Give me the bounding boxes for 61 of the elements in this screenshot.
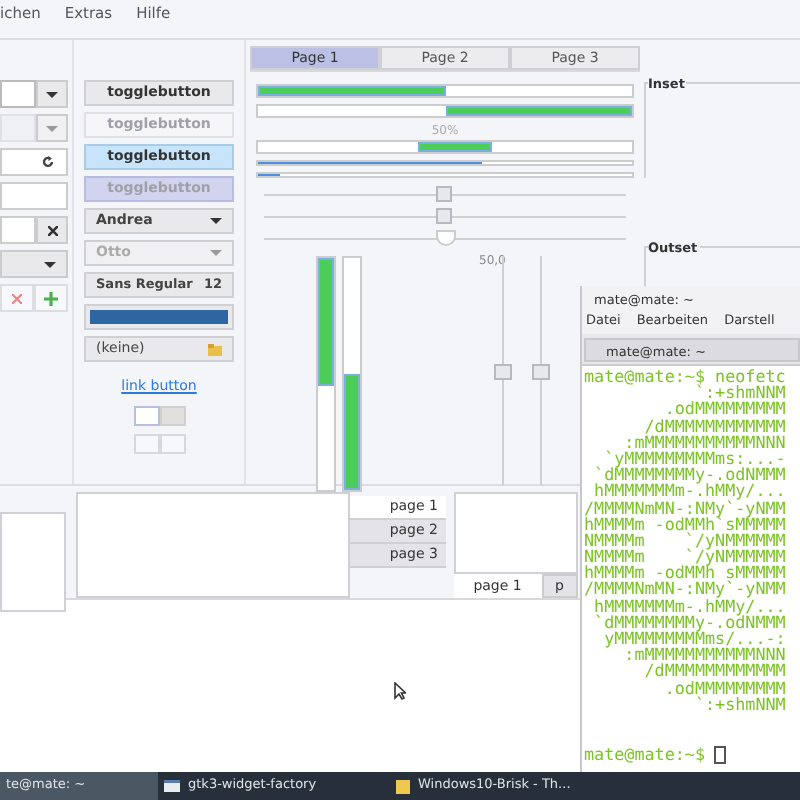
caret-icon [210, 250, 222, 256]
slider-handle[interactable] [435, 230, 455, 246]
terminal-line: `:+shmNNM [694, 384, 788, 401]
terminal-line: `:+shmNNM [694, 695, 788, 712]
refresh-entry-field[interactable] [0, 148, 68, 176]
toggle-button[interactable] [133, 433, 159, 453]
caret-icon [46, 91, 58, 97]
caret-icon [44, 261, 56, 267]
terminal-line: hMMMMMMMm-.hMMy/... [594, 597, 788, 614]
terminal-line: :mMMMMMMMMMMMNNN [624, 433, 788, 450]
terminal-line: :mMMMMMMMMMMMNNN [624, 646, 788, 663]
slider-handle[interactable] [435, 208, 451, 224]
slider[interactable] [532, 256, 550, 486]
terminal-line: hMMMMMMMm-.hMMy/... [594, 482, 788, 499]
toggle-button[interactable] [159, 405, 185, 425]
terminal-line: `dMMMMMMMMy-.odNMMM [592, 466, 788, 483]
window-icon [164, 780, 180, 792]
terminal-line: mate@mate:~$ neofetc [584, 368, 788, 385]
plus-icon [44, 291, 58, 305]
terminal-line: /MMMMNmMN-:NMy`-yNMM [584, 580, 788, 598]
terminal-line: /dMMMMMMMMMMMM [642, 662, 788, 680]
terminal-line: hMMMMm -odMMh sMMMMM [584, 564, 788, 581]
combo-entry-field[interactable] [0, 80, 36, 108]
text-cursor [713, 745, 726, 764]
progress-fill [418, 142, 492, 152]
terminal-line: NMMMMm `/yNMMMMMM [584, 548, 788, 565]
dropdown-button[interactable] [36, 80, 68, 108]
terminal-line: `dMMMMMMMMy-.odNMMM [592, 613, 788, 630]
terminal-prompt: mate@mate:~$ [584, 746, 706, 764]
terminal-line: `yMMMMMMMMMms:...- [604, 449, 788, 467]
slider-handle[interactable] [435, 186, 451, 202]
clear-button[interactable] [36, 216, 68, 244]
slider-handle[interactable] [532, 363, 550, 379]
terminal-line: .odMMMMMMMMM [662, 400, 788, 418]
text-view[interactable] [0, 512, 66, 612]
text-entry-field[interactable] [0, 182, 68, 210]
terminal-line: NMMMMm `/yNMMMMMM [584, 531, 788, 549]
close-icon [47, 225, 57, 235]
toggle-button[interactable] [159, 433, 185, 453]
terminal-line: .odMMMMMMMMM [664, 679, 788, 696]
slider[interactable] [264, 230, 626, 250]
folder-icon [208, 343, 222, 355]
slider[interactable] [264, 208, 626, 228]
terminal-line: /dMMMMMMMMMMMM [644, 417, 788, 434]
folder-icon [396, 779, 410, 793]
mouse-pointer-icon [394, 682, 406, 700]
add-button[interactable] [34, 284, 68, 312]
terminal-line: hMMMMm -odMMh`sMMMMM [584, 515, 788, 532]
close-icon [12, 293, 22, 303]
refresh-icon [42, 156, 54, 168]
caret-icon [46, 125, 58, 131]
color-swatch [90, 310, 228, 324]
slider-handle[interactable] [494, 363, 512, 379]
terminal-line: /MMMMNmMN-:NMy`-yNMM [584, 499, 788, 516]
toggle-button[interactable] [133, 405, 159, 425]
caret-icon [210, 218, 222, 224]
color-button[interactable] [84, 304, 234, 330]
remove-button[interactable] [0, 284, 34, 312]
slider[interactable] [264, 186, 626, 206]
terminal-line: yMMMMMMMMMms/...-: [604, 630, 788, 647]
text-entry-field[interactable] [0, 216, 36, 244]
